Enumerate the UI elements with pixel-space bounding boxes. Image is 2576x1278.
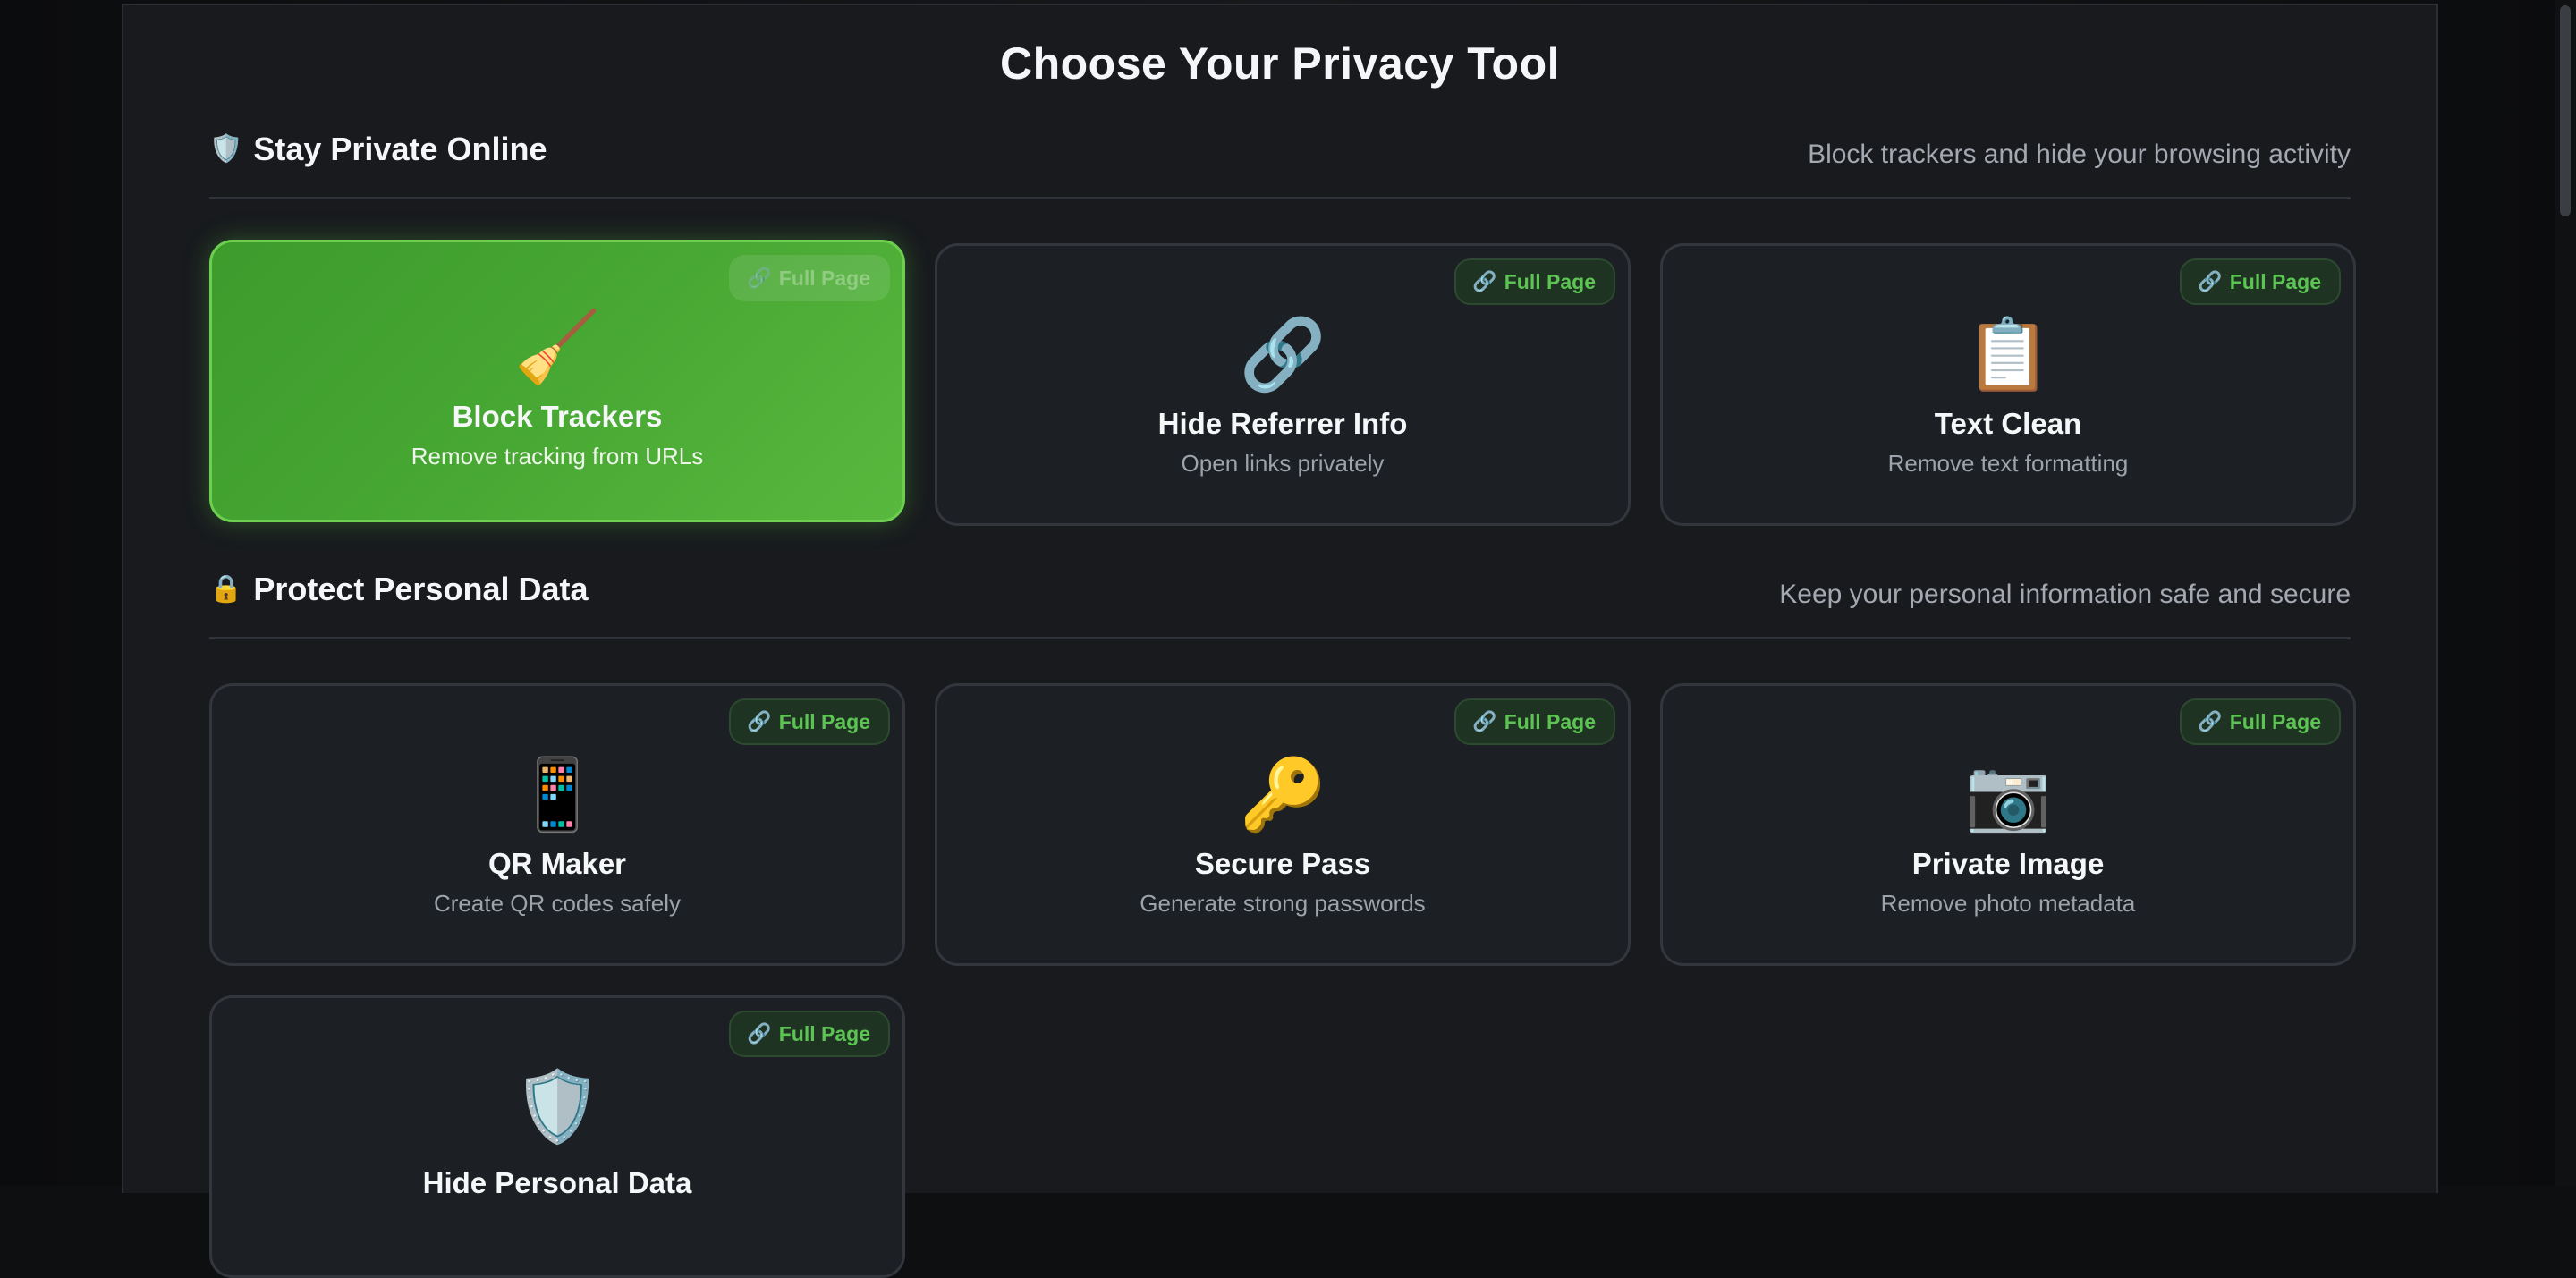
badge-label: Full Page — [778, 266, 870, 290]
card-title: Hide Personal Data — [422, 1166, 692, 1199]
full-page-badge[interactable]: 🔗 Full Page — [1454, 698, 1615, 745]
broom-icon: 🧹 — [513, 308, 601, 386]
card-title: QR Maker — [487, 847, 627, 880]
link-icon: 🔗 — [1472, 270, 1497, 292]
lock-icon: 🔒 — [209, 574, 243, 604]
section-description: Keep your personal information safe and … — [1779, 580, 2351, 609]
badge-label: Full Page — [778, 709, 870, 733]
full-page-badge[interactable]: 🔗 Full Page — [729, 1011, 890, 1057]
section-title-text: Stay Private Online — [253, 131, 547, 167]
full-page-badge[interactable]: 🔗 Full Page — [729, 698, 890, 745]
scrollbar[interactable] — [2555, 0, 2576, 1186]
key-icon: 🔑 — [1239, 755, 1326, 834]
section-title-text: Protect Personal Data — [253, 571, 589, 607]
full-page-badge[interactable]: 🔗 Full Page — [729, 255, 890, 301]
badge-label: Full Page — [2229, 709, 2321, 733]
camera-icon: 📷 — [1964, 755, 2052, 834]
phone-icon: 📱 — [513, 755, 601, 834]
badge-label: Full Page — [1504, 709, 1596, 733]
shield-icon: 🛡️ — [513, 1067, 601, 1146]
card-subtitle: Generate strong passwords — [1140, 890, 1426, 917]
link-icon: 🔗 — [2198, 710, 2223, 732]
section-title: 🔒 Protect Personal Data — [209, 571, 589, 608]
section-header-stay-private: 🛡️ Stay Private Online Block trackers an… — [209, 131, 2351, 199]
full-page-badge[interactable]: 🔗 Full Page — [1454, 258, 1615, 305]
card-subtitle: Remove text formatting — [1887, 450, 2129, 477]
section-description: Block trackers and hide your browsing ac… — [1808, 140, 2351, 169]
app-window: Choose Your Privacy Tool 🛡️ Stay Private… — [0, 0, 2576, 1278]
section-title: 🛡️ Stay Private Online — [209, 131, 547, 168]
shield-icon: 🛡️ — [209, 134, 243, 164]
card-subtitle: Create QR codes safely — [433, 890, 681, 917]
card-subtitle: Open links privately — [1181, 450, 1385, 477]
tool-card-text-clean[interactable]: 🔗 Full Page 📋 Text Clean Remove text for… — [1660, 243, 2356, 526]
scrollbar-thumb[interactable] — [2560, 5, 2571, 216]
full-page-badge[interactable]: 🔗 Full Page — [2180, 698, 2341, 745]
badge-label: Full Page — [2229, 269, 2321, 293]
link-icon: 🔗 — [747, 710, 772, 732]
tool-card-hide-personal-data[interactable]: 🔗 Full Page 🛡️ Hide Personal Data — [209, 995, 905, 1278]
main-panel: Choose Your Privacy Tool 🛡️ Stay Private… — [122, 4, 2438, 1278]
tool-card-secure-pass[interactable]: 🔗 Full Page 🔑 Secure Pass Generate stron… — [935, 683, 1631, 966]
clipboard-icon: 📋 — [1964, 315, 2052, 394]
badge-label: Full Page — [778, 1021, 870, 1045]
full-page-badge[interactable]: 🔗 Full Page — [2180, 258, 2341, 305]
page-title: Choose Your Privacy Tool — [999, 38, 1561, 89]
card-title: Text Clean — [1934, 407, 2082, 440]
card-subtitle: Remove photo metadata — [1880, 890, 2136, 917]
link-icon: 🔗 — [1472, 710, 1497, 732]
tool-card-block-trackers[interactable]: 🔗 Full Page 🧹 Block Trackers Remove trac… — [209, 240, 905, 522]
link-icon: 🔗 — [747, 1022, 772, 1045]
tool-card-hide-referrer[interactable]: 🔗 Full Page 🔗 Hide Referrer Info Open li… — [935, 243, 1631, 526]
link-icon: 🔗 — [1239, 315, 1326, 394]
badge-label: Full Page — [1504, 269, 1596, 293]
link-icon: 🔗 — [2198, 270, 2223, 292]
card-subtitle: Remove tracking from URLs — [411, 443, 704, 470]
tool-card-qr-maker[interactable]: 🔗 Full Page 📱 QR Maker Create QR codes s… — [209, 683, 905, 966]
card-title: Private Image — [1911, 847, 2105, 880]
card-title: Secure Pass — [1194, 847, 1371, 880]
link-icon: 🔗 — [747, 267, 772, 289]
section-header-protect-data: 🔒 Protect Personal Data Keep your person… — [209, 571, 2351, 639]
card-title: Hide Referrer Info — [1157, 407, 1408, 440]
tool-card-private-image[interactable]: 🔗 Full Page 📷 Private Image Remove photo… — [1660, 683, 2356, 966]
card-title: Block Trackers — [452, 400, 663, 433]
